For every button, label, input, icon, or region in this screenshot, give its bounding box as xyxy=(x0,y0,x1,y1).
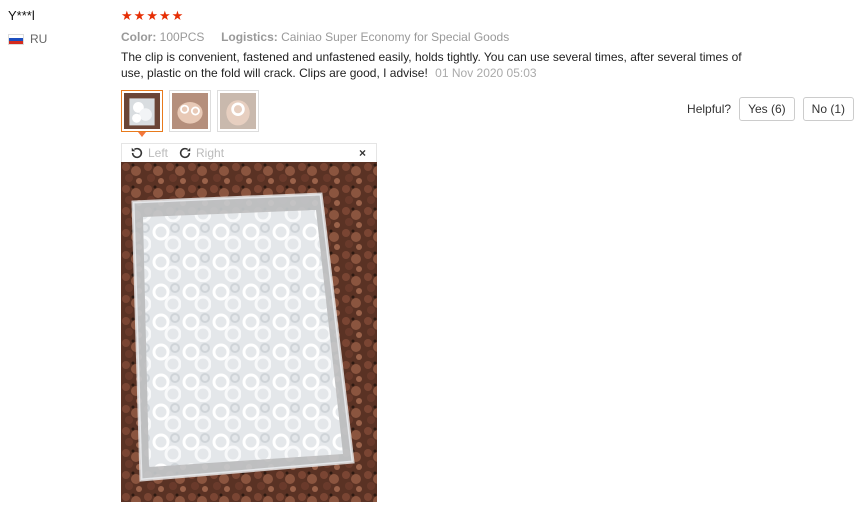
rotate-right-icon xyxy=(179,147,191,159)
rotate-right-label: Right xyxy=(196,146,225,160)
photo-thumbnail[interactable] xyxy=(169,90,211,132)
rotate-left-icon xyxy=(131,147,143,159)
star-icon: ★ xyxy=(121,8,133,23)
russia-flag-icon xyxy=(8,33,24,45)
photo-viewer: Left Right × xyxy=(121,143,377,502)
review-date: 01 Nov 2020 05:03 xyxy=(435,66,537,80)
color-label: Color: xyxy=(121,30,157,44)
helpful-label: Helpful? xyxy=(687,102,732,116)
review-text-block: The clip is convenient, fastened and unf… xyxy=(121,49,761,81)
star-icon: ★ xyxy=(158,8,171,23)
reviewer-info: Y***l RU xyxy=(8,8,108,46)
review-meta: Color: 100PCS Logistics: Cainiao Super E… xyxy=(121,30,856,44)
star-icon: ★ xyxy=(133,8,146,23)
star-icon: ★ xyxy=(171,8,184,23)
reviewer-name: Y***l xyxy=(8,8,35,23)
helpful-section: Helpful? Yes (6) No (1) xyxy=(687,97,854,121)
close-icon[interactable]: × xyxy=(359,146,366,160)
review-photo-large xyxy=(121,162,377,502)
star-icon: ★ xyxy=(146,8,158,23)
photo-thumbnail[interactable] xyxy=(121,90,163,137)
country-code: RU xyxy=(30,32,48,46)
photo-thumbnail[interactable] xyxy=(217,90,259,132)
helpful-no-button[interactable]: No (1) xyxy=(802,97,854,121)
rotate-left-label: Left xyxy=(148,146,169,160)
review-text: The clip is convenient, fastened and unf… xyxy=(121,50,742,80)
color-value: 100PCS xyxy=(159,30,205,44)
rotate-right-button[interactable]: Right xyxy=(178,146,224,160)
star-rating: ★ ★ ★ ★ ★ xyxy=(121,8,856,24)
helpful-yes-button[interactable]: Yes (6) xyxy=(739,97,795,121)
reviewer-country: RU xyxy=(8,32,108,46)
logistics-value: Cainiao Super Economy for Special Goods xyxy=(281,30,510,44)
rotate-left-button[interactable]: Left xyxy=(130,146,168,160)
viewer-toolbar: Left Right × xyxy=(121,143,377,162)
logistics-label: Logistics: xyxy=(221,30,278,44)
